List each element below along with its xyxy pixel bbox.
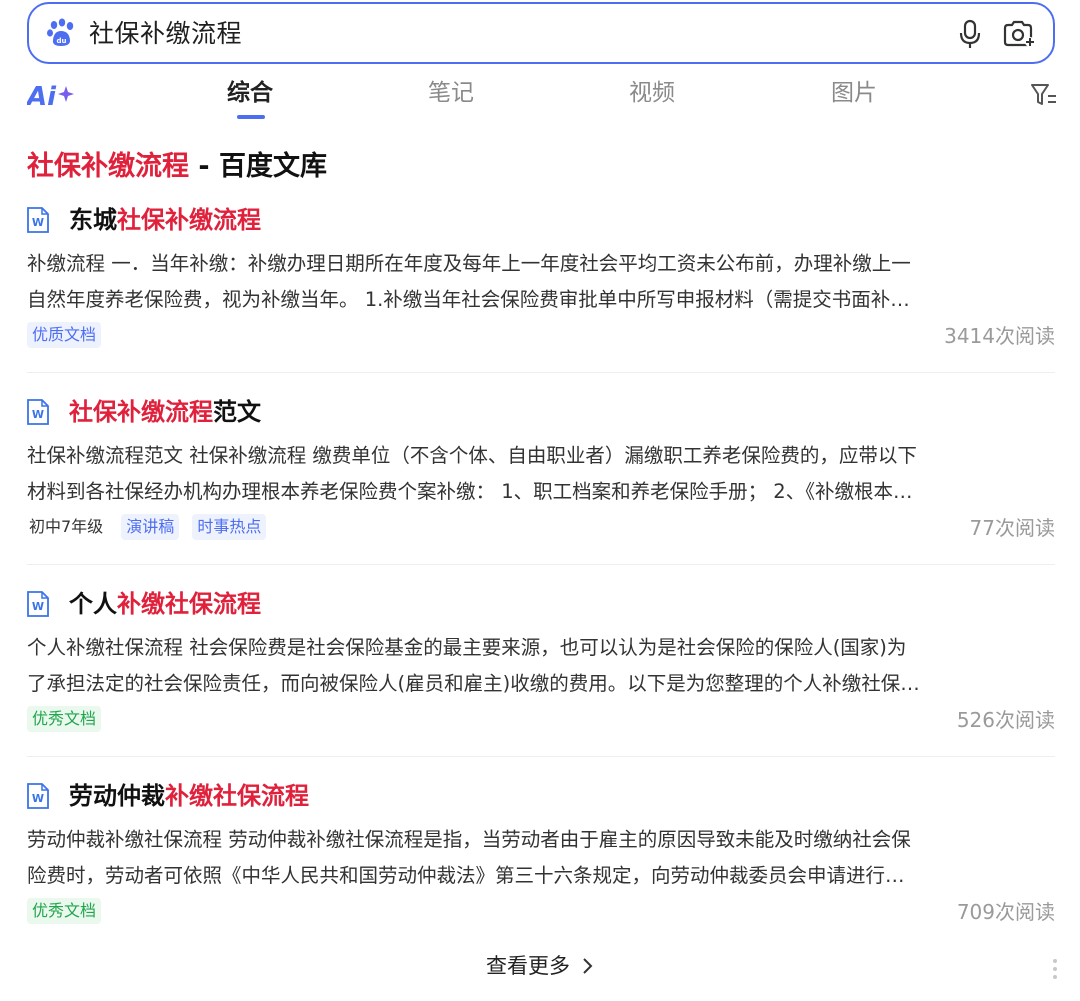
result-header[interactable]: W 劳动仲裁补缴社保流程 — [27, 779, 309, 813]
search-bar[interactable]: du 社保补缴流程 — [27, 2, 1055, 64]
tab-notes[interactable]: 笔记 — [428, 76, 474, 110]
divider — [27, 372, 1055, 373]
svg-text:W: W — [32, 792, 44, 805]
tag[interactable]: 时事热点 — [192, 514, 267, 540]
word-doc-icon: W — [27, 207, 49, 233]
read-count: 526次阅读 — [956, 708, 1055, 732]
source-title-rest: - 百度文库 — [189, 151, 328, 182]
tab-comprehensive[interactable]: 综合 — [227, 76, 273, 110]
tab-videos[interactable]: 视频 — [629, 76, 675, 110]
active-tab-indicator — [237, 115, 265, 119]
result-meta: 优秀文档 709次阅读 — [27, 898, 1055, 928]
result-title[interactable]: 劳动仲裁补缴社保流程 — [69, 779, 309, 813]
tag[interactable]: 演讲稿 — [121, 514, 180, 540]
word-doc-icon: W — [27, 591, 49, 617]
chevron-right-icon — [583, 958, 593, 974]
filter-icon[interactable] — [1030, 82, 1058, 108]
result-title[interactable]: 社保补缴流程范文 — [69, 395, 261, 429]
word-doc-icon: W — [27, 783, 49, 809]
result-header[interactable]: W 东城社保补缴流程 — [27, 203, 261, 237]
svg-text:W: W — [32, 600, 44, 613]
camera-search-icon[interactable] — [1001, 17, 1035, 51]
tag[interactable]: 初中7年级 — [27, 514, 108, 540]
result-title[interactable]: 东城社保补缴流程 — [69, 203, 261, 237]
result-snippet: 劳动仲裁补缴社保流程 劳动仲裁补缴社保流程是指，当劳动者由于雇主的原因导致未能及… — [27, 828, 911, 887]
result-meta: 优质文档 3414次阅读 — [27, 322, 1055, 352]
result-header[interactable]: W 个人补缴社保流程 — [27, 587, 261, 621]
svg-text:Ai: Ai — [27, 82, 57, 110]
search-input[interactable]: 社保补缴流程 — [89, 18, 242, 50]
more-options-icon[interactable] — [1050, 958, 1060, 980]
result-title[interactable]: 个人补缴社保流程 — [69, 587, 261, 621]
result-meta: 初中7年级 演讲稿 时事热点 77次阅读 — [27, 514, 1055, 544]
see-more: 查看更多 — [0, 950, 1080, 982]
result-meta: 优秀文档 526次阅读 — [27, 706, 1055, 736]
baidu-paw-icon: du — [47, 18, 74, 46]
result-snippet: 社保补缴流程范文 社保补缴流程 缴费单位（不含个体、自由职业者）漏缴职工养老保险… — [27, 444, 917, 503]
source-title-highlight: 社保补缴流程 — [27, 151, 189, 182]
see-more-label: 查看更多 — [486, 954, 570, 978]
read-count: 709次阅读 — [956, 900, 1055, 924]
microphone-icon[interactable] — [955, 18, 985, 50]
result-snippet: 补缴流程 一．当年补缴：补缴办理日期所在年度及每年上一年度社会平均工资未公布前，… — [27, 252, 911, 311]
divider — [27, 756, 1055, 757]
read-count: 3414次阅读 — [944, 324, 1055, 348]
svg-text:du: du — [57, 37, 67, 45]
svg-text:W: W — [32, 408, 44, 421]
see-more-button[interactable]: 查看更多 — [486, 950, 594, 982]
tab-bar: Ai 综合 笔记 视频 图片 — [0, 72, 1080, 122]
ai-assistant-icon[interactable]: Ai — [27, 80, 77, 110]
tag[interactable]: 优秀文档 — [27, 706, 102, 732]
divider — [27, 564, 1055, 565]
tag[interactable]: 优质文档 — [27, 322, 102, 348]
result-snippet: 个人补缴社保流程 社会保险费是社会保险基金的最主要来源，也可以认为是社会保险的保… — [27, 636, 920, 695]
tab-images[interactable]: 图片 — [831, 76, 877, 110]
word-doc-icon: W — [27, 399, 49, 425]
read-count: 77次阅读 — [969, 516, 1055, 540]
svg-text:W: W — [32, 216, 44, 229]
source-title[interactable]: 社保补缴流程 - 百度文库 — [27, 148, 327, 186]
result-header[interactable]: W 社保补缴流程范文 — [27, 395, 261, 429]
tag[interactable]: 优秀文档 — [27, 898, 102, 924]
